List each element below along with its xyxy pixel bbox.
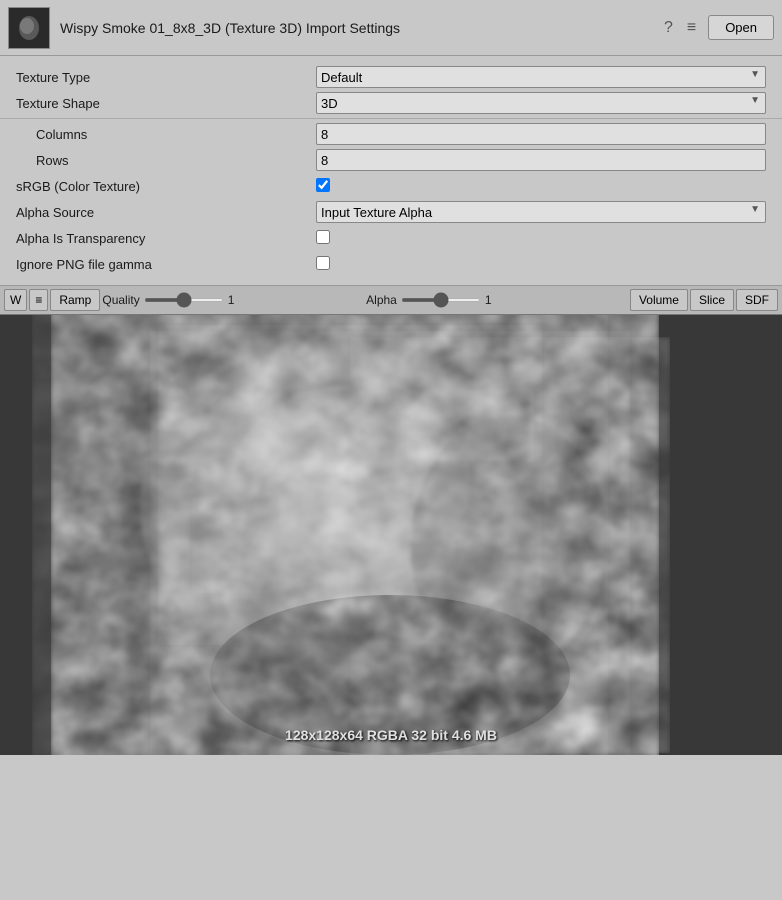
alpha-value: 1: [485, 293, 501, 307]
columns-label: Columns: [16, 127, 316, 142]
lines-icon: ≡: [35, 293, 42, 307]
rows-control: [316, 149, 766, 171]
texture-shape-label: Texture Shape: [16, 96, 316, 111]
w-button[interactable]: W: [4, 289, 27, 311]
w-label: W: [10, 293, 21, 307]
help-button[interactable]: ?: [660, 17, 677, 39]
alpha-transparency-row: Alpha Is Transparency: [0, 225, 782, 251]
texture-type-label: Texture Type: [16, 70, 316, 85]
quality-group: Quality 1: [102, 293, 364, 307]
texture-type-select[interactable]: Default Normal map Sprite (2D and UI) Si…: [316, 66, 766, 88]
texture-type-control: Default Normal map Sprite (2D and UI) Si…: [316, 66, 766, 88]
rows-row: Rows: [0, 147, 782, 173]
alpha-source-select[interactable]: None Input Texture Alpha From Gray Scale: [316, 201, 766, 223]
alpha-group: Alpha 1: [366, 293, 628, 307]
alpha-slider-label: Alpha: [366, 293, 397, 307]
png-gamma-row: Ignore PNG file gamma: [0, 251, 782, 277]
quality-label: Quality: [102, 293, 139, 307]
texture-type-row: Texture Type Default Normal map Sprite (…: [0, 64, 782, 90]
preview-area: 128x128x64 RGBA 32 bit 4.6 MB: [0, 315, 782, 755]
alpha-slider[interactable]: [401, 298, 481, 302]
alpha-transparency-checkbox[interactable]: [316, 230, 330, 244]
slice-button[interactable]: Slice: [690, 289, 734, 311]
window-title: Wispy Smoke 01_8x8_3D (Texture 3D) Impor…: [60, 20, 660, 36]
texture-shape-select[interactable]: 2D Cube 2D Array 3D: [316, 92, 766, 114]
quality-slider[interactable]: [144, 298, 224, 302]
png-gamma-checkbox[interactable]: [316, 256, 330, 270]
columns-row: Columns: [0, 121, 782, 147]
title-bar: Wispy Smoke 01_8x8_3D (Texture 3D) Impor…: [0, 0, 782, 56]
srgb-label: sRGB (Color Texture): [16, 179, 316, 194]
png-gamma-control: [316, 256, 766, 273]
ramp-button[interactable]: Ramp: [50, 289, 100, 311]
open-button[interactable]: Open: [708, 15, 774, 40]
quality-value: 1: [228, 293, 244, 307]
texture-thumbnail: [8, 7, 50, 49]
menu-button[interactable]: ≡: [683, 17, 700, 39]
srgb-control: [316, 178, 766, 195]
srgb-row: sRGB (Color Texture): [0, 173, 782, 199]
columns-input[interactable]: [316, 123, 766, 145]
png-gamma-label: Ignore PNG file gamma: [16, 257, 316, 272]
texture-shape-row: Texture Shape 2D Cube 2D Array 3D: [0, 90, 782, 116]
alpha-source-label: Alpha Source: [16, 205, 316, 220]
sdf-button[interactable]: SDF: [736, 289, 778, 311]
texture-shape-control: 2D Cube 2D Array 3D: [316, 92, 766, 114]
rows-label: Rows: [16, 153, 316, 168]
alpha-transparency-control: [316, 230, 766, 247]
alpha-transparency-label: Alpha Is Transparency: [16, 231, 316, 246]
volume-button[interactable]: Volume: [630, 289, 688, 311]
title-icons: ? ≡: [660, 17, 700, 39]
rows-input[interactable]: [316, 149, 766, 171]
alpha-source-row: Alpha Source None Input Texture Alpha Fr…: [0, 199, 782, 225]
settings-panel: Texture Type Default Normal map Sprite (…: [0, 56, 782, 285]
columns-control: [316, 123, 766, 145]
preview-info: 128x128x64 RGBA 32 bit 4.6 MB: [0, 727, 782, 743]
preview-toolbar: W ≡ Ramp Quality 1 Alpha 1 Volume Slice …: [0, 285, 782, 315]
alpha-source-control: None Input Texture Alpha From Gray Scale: [316, 201, 766, 223]
smoke-preview: [0, 315, 782, 755]
srgb-checkbox[interactable]: [316, 178, 330, 192]
lines-icon-button[interactable]: ≡: [29, 289, 48, 311]
